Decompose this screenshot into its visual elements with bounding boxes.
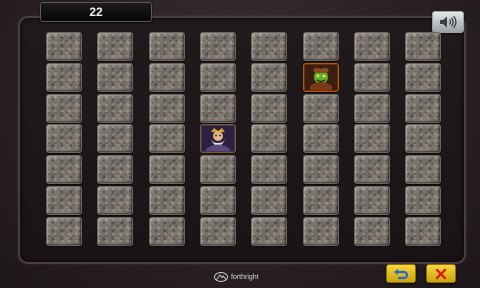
memory-card[interactable] [97, 94, 133, 123]
memory-card[interactable] [354, 155, 390, 184]
memory-card[interactable] [97, 155, 133, 184]
memory-card[interactable] [354, 32, 390, 61]
memory-card[interactable] [354, 217, 390, 246]
memory-card[interactable] [251, 217, 287, 246]
memory-card[interactable] [97, 186, 133, 215]
memory-card[interactable] [97, 217, 133, 246]
memory-card[interactable] [354, 63, 390, 92]
logo-text: forthright [231, 273, 259, 281]
memory-card[interactable] [200, 186, 236, 215]
memory-card[interactable] [46, 217, 82, 246]
memory-card[interactable] [149, 217, 185, 246]
memory-card[interactable] [149, 94, 185, 123]
memory-card[interactable] [354, 124, 390, 153]
dwarf-king-icon [202, 126, 234, 151]
mountain-logo-icon [214, 272, 228, 282]
close-button[interactable] [426, 264, 456, 283]
memory-card[interactable] [251, 124, 287, 153]
memory-card[interactable] [354, 94, 390, 123]
memory-card[interactable] [303, 32, 339, 61]
memory-card[interactable] [200, 217, 236, 246]
memory-card[interactable] [405, 32, 441, 61]
memory-card[interactable] [149, 124, 185, 153]
memory-card[interactable] [200, 63, 236, 92]
undo-button[interactable] [386, 264, 416, 283]
memory-card[interactable] [303, 94, 339, 123]
memory-card[interactable] [251, 94, 287, 123]
card-grid [0, 0, 480, 288]
memory-card[interactable] [405, 94, 441, 123]
memory-card[interactable] [354, 186, 390, 215]
memory-card[interactable] [46, 32, 82, 61]
memory-card[interactable] [200, 155, 236, 184]
memory-card[interactable] [46, 124, 82, 153]
memory-card-revealed[interactable] [200, 124, 236, 153]
memory-card[interactable] [303, 217, 339, 246]
memory-card[interactable] [405, 155, 441, 184]
memory-card[interactable] [405, 217, 441, 246]
memory-card[interactable] [251, 32, 287, 61]
memory-card[interactable] [97, 32, 133, 61]
forthright-logo: forthright [214, 270, 259, 284]
memory-card[interactable] [149, 63, 185, 92]
memory-card[interactable] [251, 186, 287, 215]
memory-card[interactable] [251, 155, 287, 184]
memory-card[interactable] [97, 63, 133, 92]
memory-card[interactable] [97, 124, 133, 153]
memory-card[interactable] [303, 155, 339, 184]
memory-card[interactable] [251, 63, 287, 92]
memory-card[interactable] [200, 32, 236, 61]
orc-warrior-icon [305, 65, 337, 90]
memory-card[interactable] [46, 63, 82, 92]
memory-card[interactable] [200, 94, 236, 123]
memory-card[interactable] [149, 155, 185, 184]
memory-card[interactable] [46, 186, 82, 215]
memory-card[interactable] [303, 186, 339, 215]
memory-card[interactable] [405, 63, 441, 92]
memory-card[interactable] [303, 124, 339, 153]
memory-card[interactable] [46, 155, 82, 184]
memory-card[interactable] [149, 32, 185, 61]
memory-card[interactable] [405, 186, 441, 215]
memory-card[interactable] [46, 94, 82, 123]
undo-arrow-icon [394, 268, 409, 279]
memory-card[interactable] [405, 124, 441, 153]
memory-card[interactable] [149, 186, 185, 215]
close-x-icon [435, 268, 447, 279]
memory-card-revealed[interactable] [303, 63, 339, 92]
